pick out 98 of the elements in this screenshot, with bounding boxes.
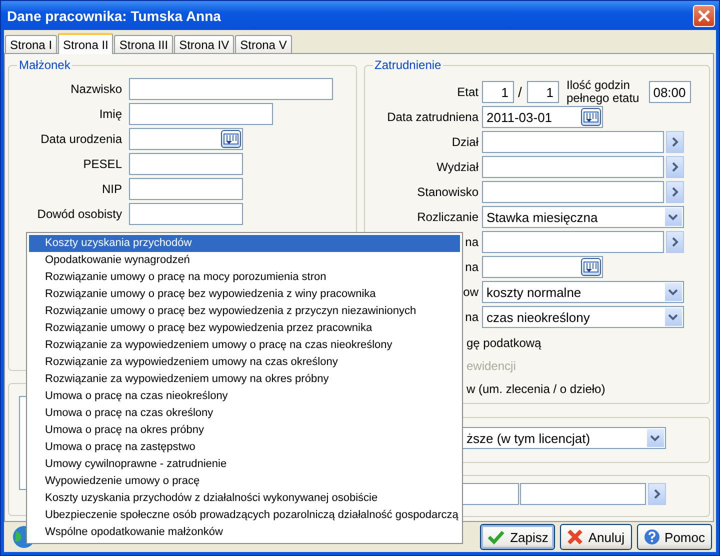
menu-item[interactable]: Umowa o pracę na zastępstwo xyxy=(29,439,460,456)
chevron-down-icon xyxy=(650,434,660,442)
browse-button[interactable] xyxy=(666,231,684,253)
field-label: Rozliczanie xyxy=(416,210,478,224)
menu-item[interactable]: Wspólne opodatkowanie małżonków xyxy=(29,524,460,541)
checkbox-label: w (um. zlecenia / o dzieło) xyxy=(466,382,606,396)
dropdown[interactable]: ższe (w tym licencjat) xyxy=(462,427,666,450)
dialog-button[interactable]: Pomoc xyxy=(636,524,712,550)
browse-button[interactable] xyxy=(648,483,666,506)
field-label: na xyxy=(464,260,478,274)
menu-item[interactable]: Koszty uzyskania przychodów xyxy=(29,235,460,252)
field-label: PESEL xyxy=(82,157,122,171)
close-button[interactable] xyxy=(693,4,715,26)
calendar-button[interactable] xyxy=(580,108,600,126)
field-label: Imię xyxy=(98,107,122,121)
tab[interactable]: Strona V xyxy=(235,35,292,53)
dialog-button[interactable]: Zapisz xyxy=(480,524,556,550)
input-field[interactable] xyxy=(482,181,664,203)
dropdown[interactable]: koszty normalne xyxy=(482,281,684,303)
field-label: na xyxy=(464,235,478,249)
input-field[interactable] xyxy=(520,483,646,506)
dropdown[interactable]: Stawka miesięczna xyxy=(482,206,684,228)
field-label: Data zatrudniena xyxy=(386,110,478,124)
date-field[interactable] xyxy=(482,256,602,278)
input-field[interactable] xyxy=(129,78,333,100)
dropdown[interactable]: czas nieokreślony xyxy=(482,306,684,328)
menu-item[interactable]: Rozwiązanie za wypowiedzeniem umowy na czas określony xyxy=(29,354,460,371)
dropdown-button[interactable] xyxy=(664,308,682,326)
chevron-down-icon xyxy=(668,213,678,221)
calendar-icon xyxy=(582,261,598,273)
menu-item[interactable]: Rozwiązanie umowy o pracę bez wypowiedzenia z winy pracownika xyxy=(29,286,460,303)
menu-item[interactable]: Rozwiązanie umowy o pracę bez wypowiedzenia z przyczyn niezawinionych xyxy=(29,303,460,320)
browse-button[interactable] xyxy=(666,156,684,178)
input-field[interactable] xyxy=(129,203,243,225)
help-icon xyxy=(644,529,660,545)
dropdown-button[interactable] xyxy=(646,429,664,448)
field-label: NIP xyxy=(100,182,122,196)
field-label: Data urodzenia xyxy=(40,132,122,146)
date-field[interactable]: 2011-03-01 xyxy=(482,106,602,128)
menu-item[interactable]: Rozwiązanie umowy o pracę bez wypowiedzenia przez pracownika xyxy=(29,320,460,337)
input-field[interactable] xyxy=(482,131,664,153)
field-label: Wydział xyxy=(436,160,478,174)
cross-icon xyxy=(567,529,584,545)
chevron-right-icon xyxy=(670,137,678,147)
field-label: Ilość godzin pełnego etatu xyxy=(566,79,640,105)
tab[interactable]: Strona IV xyxy=(174,35,234,53)
tab[interactable]: Strona III xyxy=(114,35,174,53)
menu-item[interactable]: Wypowiedzenie umowy o pracę xyxy=(29,473,460,490)
dropdown-button[interactable] xyxy=(664,283,682,301)
menu-item[interactable]: Rozwiązanie za wypowiedzeniem umowy o pracę na czas nieokreślony xyxy=(29,337,460,354)
calendar-icon xyxy=(223,133,239,145)
tab[interactable]: Strona II xyxy=(58,33,114,54)
input-field[interactable] xyxy=(482,231,664,253)
chevron-right-icon xyxy=(652,489,660,500)
browse-button[interactable] xyxy=(666,181,684,203)
menu-item[interactable]: Koszty uzyskania przychodów z działalności wykonywanej osobiście xyxy=(29,490,460,507)
menu-item[interactable]: Umowa o pracę na czas określony xyxy=(29,405,460,422)
field-label: Nazwisko xyxy=(70,82,122,96)
menu-item[interactable]: Ubezpieczenie społeczne osób prowadzących pozarolniczą działalność gospodarczą xyxy=(29,507,460,524)
input-field[interactable] xyxy=(129,128,243,150)
calendar-button[interactable] xyxy=(580,258,600,276)
menu-item[interactable]: Umowa o pracę na okres próbny xyxy=(29,422,460,439)
calendar-button[interactable] xyxy=(221,130,241,148)
input-field[interactable]: 1 xyxy=(482,81,514,103)
menu-item[interactable]: Umowa o pracę na czas nieokreślony xyxy=(29,388,460,405)
chevron-down-icon xyxy=(668,288,678,296)
dialog-button[interactable]: Anuluj xyxy=(560,524,632,550)
group-title: Zatrudnienie xyxy=(374,58,442,72)
menu-item[interactable]: Rozwiązanie za wypowiedzeniem umowy na okres próbny xyxy=(29,371,460,388)
input-field[interactable] xyxy=(129,103,273,125)
menu-item[interactable]: Opodatkowanie wynagrodzeń xyxy=(29,252,460,269)
input-field[interactable]: 08:00 xyxy=(648,81,690,103)
chevron-down-icon xyxy=(668,313,678,321)
calendar-icon xyxy=(582,111,598,123)
menu-item[interactable]: Rozwiązanie umowy o pracę na mocy porozumienia stron xyxy=(29,269,460,286)
group-title: Małżonek xyxy=(18,58,72,72)
input-field[interactable] xyxy=(129,178,243,200)
window-title: Dane pracownika: Tumska Anna xyxy=(6,8,221,24)
close-icon xyxy=(698,10,710,22)
input-field[interactable] xyxy=(460,483,518,506)
browse-button[interactable] xyxy=(666,131,684,153)
chevron-right-icon xyxy=(670,162,678,172)
input-field[interactable]: 1 xyxy=(526,81,558,103)
input-field[interactable] xyxy=(482,156,664,178)
input-field[interactable] xyxy=(129,153,243,175)
field-label: Dział xyxy=(450,135,478,149)
checkbox-label: ewidencji xyxy=(466,358,516,372)
chevron-right-icon xyxy=(670,187,678,197)
chevron-right-icon xyxy=(670,237,678,247)
checkbox-label: gę podatkową xyxy=(466,336,542,350)
tab[interactable]: Strona I xyxy=(5,35,58,53)
menu-item[interactable]: Umowy cywilnoprawne - zatrudnienie xyxy=(29,456,460,473)
field-label: Stanowisko xyxy=(416,185,478,199)
checkmark-icon xyxy=(487,529,506,545)
field-label: Dowód osobisty xyxy=(36,207,122,221)
separator: / xyxy=(517,84,523,100)
field-label: Etat xyxy=(456,85,478,99)
dropdown-button[interactable] xyxy=(664,208,682,226)
